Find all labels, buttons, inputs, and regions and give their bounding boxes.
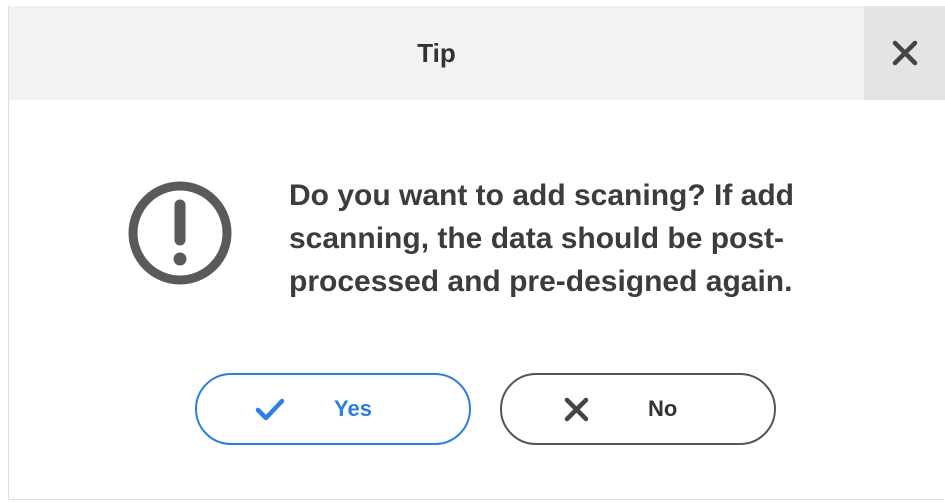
close-button[interactable] [864, 6, 945, 100]
no-button-label: No [648, 396, 678, 421]
close-icon [892, 40, 917, 66]
exclamation-circle-icon [128, 181, 232, 285]
yes-button[interactable]: Yes [195, 373, 471, 445]
check-icon [255, 398, 285, 421]
dialog-title: Tip [417, 38, 456, 68]
no-button[interactable]: No [500, 373, 776, 445]
dialog-message: Do you want to add scaning? If add scann… [289, 179, 795, 298]
yes-button-label: Yes [334, 396, 372, 421]
x-icon [564, 397, 589, 422]
tip-dialog: Tip Do you want to add scaning? If add s… [8, 6, 945, 500]
dialog-titlebar: Tip [9, 6, 945, 100]
